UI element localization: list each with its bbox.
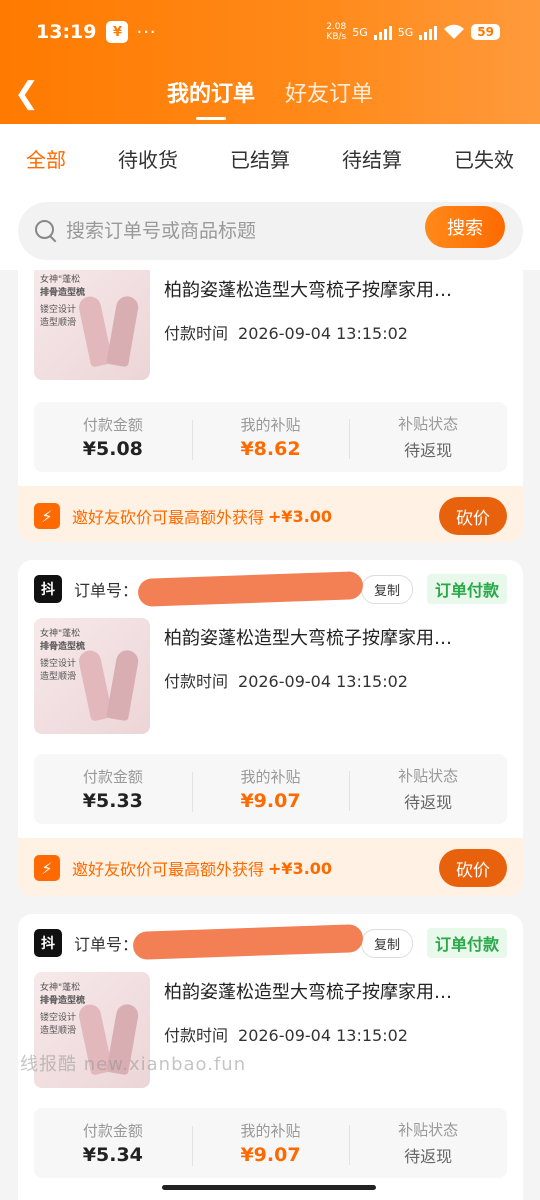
lightning-icon: ⚡ [34,855,60,881]
search-input[interactable] [66,220,406,242]
douyin-platform-icon: 抖 [34,929,62,957]
lightning-icon: ⚡ [34,503,60,529]
tab-my-orders[interactable]: 我的订单 [167,76,255,120]
product-row: 女神"蓬松 排骨造型梳 镂空设计 造型顺滑 柏韵姿蓬松造型大弯梳子按摩家用… 付… [18,618,523,738]
status-filter-bar: 全部 待收货 已结算 待结算 已失效 [0,124,540,192]
stat-my-subsidy: 我的补贴 ¥9.07 [191,1120,350,1166]
stat-subsidy-status: 补贴状态 待返现 [349,1119,507,1167]
yen-app-icon: ¥ [106,21,129,43]
app-header: 13:19 ¥ ··· 2.08 KB/s 5G 5G 59 ❮ 我的订单 好友… [0,0,540,124]
filter-pending-receipt[interactable]: 待收货 [118,144,178,173]
order-type-tabs: 我的订单 好友订单 [0,76,540,120]
search-button[interactable]: 搜索 [425,206,505,248]
copy-order-button[interactable]: 复制 [360,928,413,958]
active-tab-underline [195,117,226,120]
stat-my-subsidy: 我的补贴 ¥8.62 [191,414,350,460]
order-stats: 付款金额 ¥5.33 我的补贴 ¥9.07 补贴状态 待返现 [34,754,507,824]
watermark-text: 线报酷 new.xianbao.fun [20,1054,247,1075]
redaction-scribble [137,571,364,607]
status-indicators: 2.08 KB/s 5G 5G 59 [326,22,500,42]
bargain-button[interactable]: 砍价 [439,497,507,535]
comb-image [106,648,140,722]
thumbnail-caption: 女神"蓬松 排骨造型梳 镂空设计 造型顺滑 [40,629,86,682]
signal-icon-2 [419,24,438,40]
search-bar: 搜索 [18,202,523,260]
more-dots-icon: ··· [136,21,157,43]
battery-icon: 59 [471,24,500,40]
network-type-1: 5G [352,25,368,39]
product-row: 女神"蓬松 排骨造型梳 镂空设计 造型顺滑 柏韵姿蓬松造型大弯梳子按摩家用… 付… [18,270,523,386]
product-thumbnail[interactable]: 女神"蓬松 排骨造型梳 镂空设计 造型顺滑 [34,270,150,380]
order-stats: 付款金额 ¥5.34 我的补贴 ¥9.07 补贴状态 待返现 [34,1108,507,1178]
stat-my-subsidy: 我的补贴 ¥9.07 [191,766,350,812]
order-header: 抖 订单号： 复制 订单付款 [18,914,523,972]
comb-image [106,294,140,368]
net-speed: 2.08 KB/s [326,22,347,42]
pay-time-row: 付款时间 2026-09-04 13:15:02 [164,324,408,343]
product-thumbnail[interactable]: 女神"蓬松 排骨造型梳 镂空设计 造型顺滑 [34,618,150,734]
redaction-scribble [132,923,364,961]
search-icon [34,219,58,243]
order-status-badge: 订单付款 [426,928,507,958]
order-number-label: 订单号： [74,581,139,600]
status-time: 13:19 [36,21,97,43]
product-info: 柏韵姿蓬松造型大弯梳子按摩家用… 付款时间 2026-09-04 13:15:02 [164,270,507,386]
bargain-button[interactable]: 砍价 [439,849,507,887]
pay-time-row: 付款时间 2026-09-04 13:15:02 [164,672,408,691]
filter-expired[interactable]: 已失效 [454,144,514,173]
invite-bargain-bar: ⚡ 邀好友砍价可最高额外获得 +¥3.00 砍价 [18,486,523,542]
stat-pay-amount: 付款金额 ¥5.34 [82,1122,143,1166]
product-info: 柏韵姿蓬松造型大弯梳子按摩家用… 付款时间 2026-09-04 13:15:02 [164,618,507,738]
wifi-icon [444,24,465,39]
order-stats: 付款金额 ¥5.08 我的补贴 ¥8.62 补贴状态 待返现 [34,402,507,472]
network-type-2: 5G [397,25,414,39]
stat-subsidy-status: 补贴状态 待返现 [349,413,507,461]
copy-order-button[interactable]: 复制 [360,574,413,604]
product-title[interactable]: 柏韵姿蓬松造型大弯梳子按摩家用… [164,978,489,1004]
filter-pending-settlement[interactable]: 待结算 [342,144,402,173]
thumbnail-caption: 女神"蓬松 排骨造型梳 镂空设计 造型顺滑 [40,983,86,1036]
invite-bargain-bar: ⚡ 邀好友砍价可最高额外获得 +¥3.00 砍价 [18,838,523,896]
stat-pay-amount: 付款金额 ¥5.08 [82,416,143,460]
order-card[interactable]: 女神"蓬松 排骨造型梳 镂空设计 造型顺滑 柏韵姿蓬松造型大弯梳子按摩家用… 付… [18,270,523,542]
thumbnail-caption: 女神"蓬松 排骨造型梳 镂空设计 造型顺滑 [40,275,86,328]
filter-all[interactable]: 全部 [26,144,66,173]
order-number-label: 订单号： [74,935,139,954]
search-section: 搜索 [0,192,540,270]
home-indicator[interactable] [162,1185,376,1190]
signal-icon [373,24,392,40]
order-card[interactable]: 抖 订单号： 复制 订单付款 女神"蓬松 排骨造型梳 镂空设计 造型顺滑 柏韵姿… [18,560,523,896]
stat-subsidy-status: 补贴状态 待返现 [349,765,507,813]
status-bar: 13:19 ¥ ··· 2.08 KB/s 5G 5G 59 [36,18,500,46]
douyin-platform-icon: 抖 [34,575,62,603]
pay-time-row: 付款时间 2026-09-04 13:15:02 [164,1026,408,1045]
product-title[interactable]: 柏韵姿蓬松造型大弯梳子按摩家用… [164,624,489,650]
order-status-badge: 订单付款 [426,574,507,604]
product-title[interactable]: 柏韵姿蓬松造型大弯梳子按摩家用… [164,276,489,302]
filter-settled[interactable]: 已结算 [230,144,290,173]
stat-pay-amount: 付款金额 ¥5.33 [82,768,143,812]
order-header: 抖 订单号： 复制 订单付款 [18,560,523,618]
tab-friend-orders[interactable]: 好友订单 [285,76,373,108]
